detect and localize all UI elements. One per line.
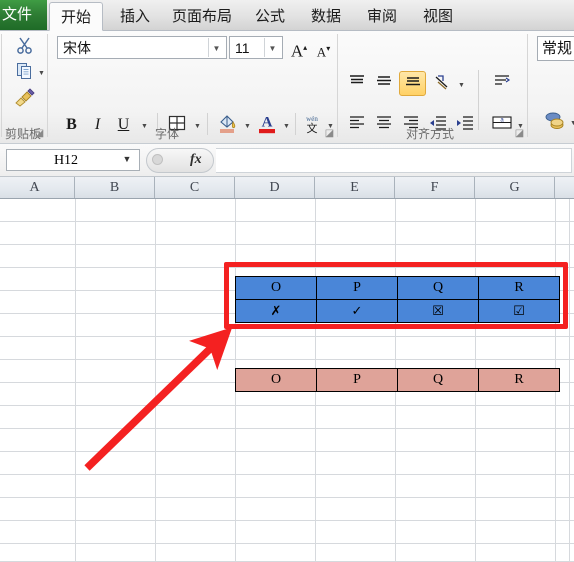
down-caret-icon: ▾ xyxy=(326,44,331,53)
accounting-dropdown-arrow[interactable]: ▼ xyxy=(570,119,574,129)
scissors-icon xyxy=(17,37,32,54)
name-box-dropdown-icon[interactable]: ▼ xyxy=(122,155,132,164)
copy-icon xyxy=(17,63,31,79)
blue-cell-e-symbol-check[interactable]: ✓ xyxy=(316,299,398,323)
toolbar-divider xyxy=(295,113,296,135)
clipboard-dialog-launcher[interactable]: ◪ xyxy=(34,128,45,139)
blue-cell-f-header[interactable]: Q xyxy=(397,276,479,300)
format-painter-button[interactable] xyxy=(13,88,37,110)
group-separator xyxy=(337,34,338,137)
ribbon-tab-bar: 文件 开始 插入 页面布局 公式 数据 审阅 视图 xyxy=(0,0,574,31)
shrink-font-icon: A xyxy=(316,44,327,58)
combo-divider xyxy=(264,38,265,57)
worksheet-grid: A B C D E F G O P Q R ✗ ✓ ☒ ☑ O P Q R xyxy=(0,177,574,562)
accounting-format-icon xyxy=(545,112,563,129)
font-size-combo[interactable]: 11 ▼ xyxy=(229,36,283,59)
phonetic-guide-icon: wén 文 xyxy=(306,115,318,135)
table-row[interactable]: ✗ ✓ ☒ ☑ xyxy=(235,299,560,323)
decrease-font-size-button[interactable]: A▾ xyxy=(313,39,334,58)
table-row[interactable]: O P Q R xyxy=(235,276,560,300)
tab-review[interactable]: 审阅 xyxy=(355,2,409,31)
column-header-e[interactable]: E xyxy=(315,177,395,198)
font-dialog-launcher[interactable]: ◪ xyxy=(324,128,335,139)
align-top-icon xyxy=(349,75,364,84)
alignment-dialog-launcher[interactable]: ◪ xyxy=(514,128,525,139)
increase-font-size-button[interactable]: A▴ xyxy=(288,37,310,58)
table-row[interactable]: O P Q R xyxy=(235,368,560,392)
align-middle-icon xyxy=(376,76,391,85)
name-box[interactable]: H12 xyxy=(6,149,140,171)
formula-bar: H12 ▼ fx xyxy=(0,144,574,177)
toolbar-divider xyxy=(478,70,479,130)
font-color-dropdown-arrow[interactable]: ▼ xyxy=(283,122,290,132)
align-middle-button[interactable] xyxy=(372,73,395,94)
excel-window: 文件 开始 插入 页面布局 公式 数据 审阅 视图 ▼ 剪贴板 ◪ 宋体 ▼ 1… xyxy=(0,0,574,562)
group-separator xyxy=(527,34,528,137)
blue-cell-f-symbol-boxed-cross[interactable]: ☒ xyxy=(397,299,479,323)
chevron-down-icon[interactable]: ▼ xyxy=(211,37,222,58)
file-tab-button[interactable]: 文件 xyxy=(0,0,47,30)
wrap-text-icon xyxy=(494,75,510,85)
blue-cell-g-symbol-boxed-check[interactable]: ☑ xyxy=(478,299,560,323)
blue-table[interactable]: O P Q R ✗ ✓ ☒ ☑ xyxy=(235,276,560,323)
group-label-alignment: 对齐方式 xyxy=(405,127,454,141)
pink-cell-g[interactable]: R xyxy=(478,368,560,392)
tab-page-layout[interactable]: 页面布局 xyxy=(163,2,241,31)
grow-font-icon: A xyxy=(290,41,304,58)
combo-divider xyxy=(208,38,209,57)
text-orientation-icon xyxy=(435,75,448,90)
insert-function-icon[interactable]: fx xyxy=(190,152,202,168)
accounting-format-button[interactable] xyxy=(543,111,566,133)
align-bottom-button[interactable] xyxy=(399,71,426,96)
tab-data[interactable]: 数据 xyxy=(299,2,353,31)
tab-home[interactable]: 开始 xyxy=(49,2,103,31)
formula-input[interactable] xyxy=(216,148,572,173)
copy-dropdown-arrow[interactable]: ▼ xyxy=(38,69,45,79)
align-top-button[interactable] xyxy=(345,73,368,94)
pink-table[interactable]: O P Q R xyxy=(235,368,560,392)
chevron-down-icon[interactable]: ▼ xyxy=(267,37,278,58)
svg-text:文: 文 xyxy=(307,121,318,134)
orientation-dropdown-arrow[interactable]: ▼ xyxy=(458,81,465,91)
column-header-g[interactable]: G xyxy=(475,177,555,198)
column-header-d[interactable]: D xyxy=(235,177,315,198)
tab-view[interactable]: 视图 xyxy=(411,2,465,31)
pink-cell-d[interactable]: O xyxy=(235,368,317,392)
font-name-combo[interactable]: 宋体 ▼ xyxy=(57,36,227,59)
number-format-combo[interactable]: 常规 xyxy=(537,36,574,61)
blue-cell-d-header[interactable]: O xyxy=(235,276,317,300)
column-header-b[interactable]: B xyxy=(75,177,155,198)
phonetic-guide-button[interactable]: wén 文 xyxy=(301,113,323,135)
group-separator xyxy=(1,34,2,137)
cut-button[interactable] xyxy=(14,35,36,57)
align-bottom-icon xyxy=(405,77,420,86)
blue-cell-d-symbol-cross[interactable]: ✗ xyxy=(235,299,317,323)
ribbon: ▼ 剪贴板 ◪ 宋体 ▼ 11 ▼ A▴ A▾ B I U ▼ ▼ ▼ A ▼ … xyxy=(0,31,574,144)
group-separator xyxy=(47,34,48,137)
wrap-text-button[interactable] xyxy=(490,73,513,94)
format-painter-icon xyxy=(15,88,35,107)
copy-button[interactable] xyxy=(14,61,36,83)
tab-insert[interactable]: 插入 xyxy=(107,2,163,31)
cancel-entry-icon[interactable] xyxy=(152,154,163,165)
font-name-value: 宋体 xyxy=(63,40,91,56)
column-header-f[interactable]: F xyxy=(395,177,475,198)
number-format-value: 常规 xyxy=(542,40,573,57)
pink-cell-e[interactable]: P xyxy=(316,368,398,392)
pink-cell-f[interactable]: Q xyxy=(397,368,479,392)
group-label-font: 字体 xyxy=(154,127,179,141)
up-caret-icon: ▴ xyxy=(303,43,308,52)
blue-cell-e-header[interactable]: P xyxy=(316,276,398,300)
column-header-a[interactable]: A xyxy=(0,177,75,198)
tab-formulas[interactable]: 公式 xyxy=(243,2,297,31)
text-orientation-button[interactable] xyxy=(432,73,454,94)
blue-cell-g-header[interactable]: R xyxy=(478,276,560,300)
column-header-row: A B C D E F G xyxy=(0,177,574,199)
column-header-c[interactable]: C xyxy=(155,177,235,198)
font-size-value: 11 xyxy=(235,40,250,56)
